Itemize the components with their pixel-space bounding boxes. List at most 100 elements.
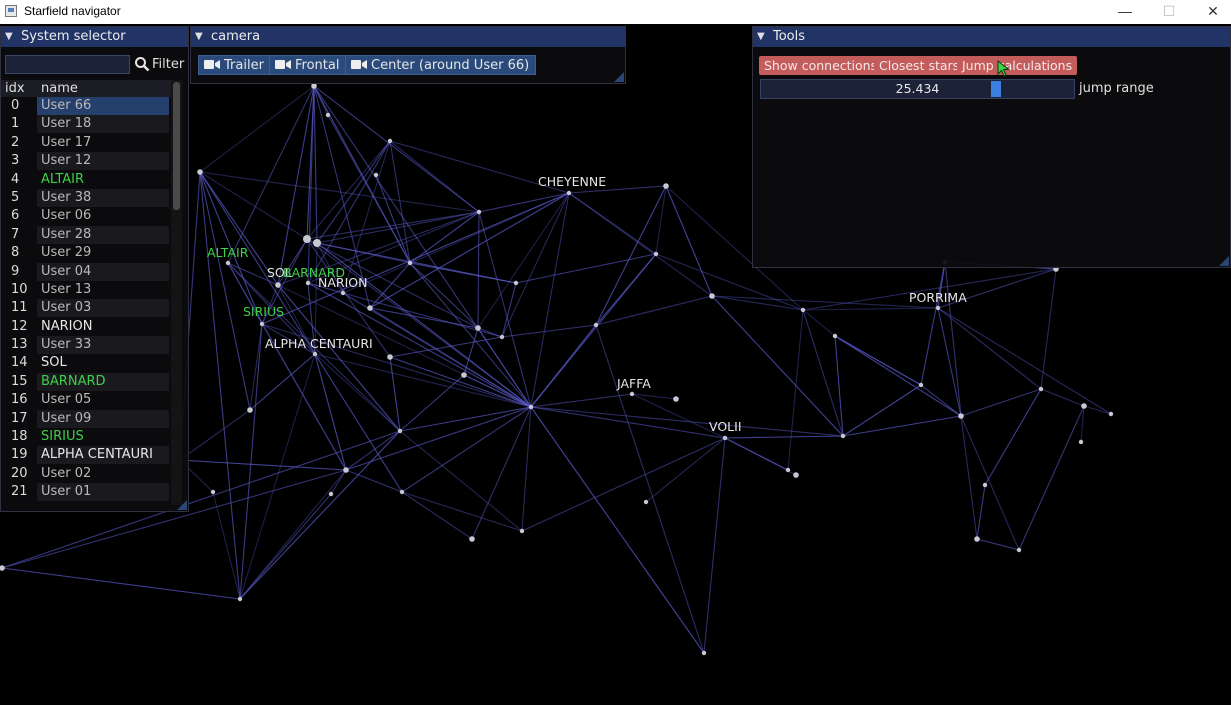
camera-trailer-button[interactable]: Trailer <box>198 55 271 75</box>
resize-grip[interactable] <box>614 72 624 82</box>
star[interactable] <box>722 435 728 441</box>
star[interactable] <box>197 169 203 175</box>
collapse-triangle-icon[interactable]: ▼ <box>195 27 203 47</box>
star[interactable] <box>513 280 519 286</box>
star[interactable] <box>499 334 505 340</box>
table-row[interactable]: 5 User 38 <box>1 188 171 207</box>
star[interactable] <box>476 209 482 215</box>
table-row[interactable]: 3 User 12 <box>1 152 171 171</box>
star[interactable] <box>528 404 534 410</box>
star[interactable] <box>958 413 964 419</box>
star[interactable] <box>593 322 599 328</box>
star[interactable] <box>469 536 475 542</box>
table-row[interactable]: 18 SIRIUS <box>1 428 171 446</box>
star[interactable] <box>399 489 405 495</box>
table-row[interactable]: 10 User 13 <box>1 281 171 299</box>
star[interactable] <box>519 528 525 534</box>
table-row[interactable]: 11 User 03 <box>1 299 171 318</box>
star[interactable] <box>566 190 572 196</box>
star[interactable] <box>397 428 403 434</box>
star[interactable] <box>840 433 846 439</box>
star[interactable] <box>247 407 253 413</box>
table-row[interactable]: 16 User 05 <box>1 391 171 409</box>
table-row[interactable]: 7 User 28 <box>1 225 171 244</box>
resize-grip[interactable] <box>1219 256 1229 266</box>
resize-grip[interactable] <box>177 500 187 510</box>
tools-header[interactable]: ▼ Tools <box>753 27 1230 47</box>
filter-input[interactable] <box>5 55 130 74</box>
table-row[interactable]: 1 User 18 <box>1 115 171 134</box>
star[interactable] <box>367 305 373 311</box>
star[interactable] <box>461 372 467 378</box>
star[interactable] <box>237 596 243 602</box>
star[interactable] <box>673 396 679 402</box>
star[interactable] <box>225 260 231 266</box>
close-button[interactable]: ✕ <box>1191 0 1231 24</box>
star[interactable] <box>311 83 317 89</box>
table-row[interactable]: 17 User 09 <box>1 409 171 428</box>
star[interactable] <box>373 172 379 178</box>
jump-range-slider[interactable]: 25.434 <box>760 79 1075 99</box>
table-row[interactable]: 6 User 06 <box>1 207 171 225</box>
table-row[interactable]: 13 User 33 <box>1 336 171 355</box>
star[interactable] <box>303 235 311 243</box>
star[interactable] <box>1078 439 1084 445</box>
collapse-triangle-icon[interactable]: ▼ <box>5 27 13 47</box>
star[interactable] <box>340 290 346 296</box>
star[interactable] <box>982 482 988 488</box>
star[interactable] <box>387 354 393 360</box>
star[interactable] <box>974 536 980 542</box>
star[interactable] <box>275 282 281 288</box>
table-row[interactable]: 12 NARION <box>1 318 171 336</box>
collapse-triangle-icon[interactable]: ▼ <box>757 27 765 47</box>
star[interactable] <box>407 260 413 266</box>
star[interactable] <box>325 112 331 118</box>
star[interactable] <box>785 467 791 473</box>
star[interactable] <box>259 321 265 327</box>
star[interactable] <box>210 489 216 495</box>
scrollbar-thumb[interactable] <box>173 82 180 210</box>
table-row[interactable]: 19 ALPHA CENTAURI <box>1 446 171 465</box>
maximize-button[interactable]: ☐ <box>1147 0 1191 24</box>
table-row[interactable]: 15 BARNARD <box>1 372 171 391</box>
star[interactable] <box>709 293 715 299</box>
camera-center-button[interactable]: Center (around User 66) <box>345 55 537 75</box>
star[interactable] <box>0 565 5 571</box>
star[interactable] <box>1016 547 1022 553</box>
show-connections-button[interactable]: Show connections <box>759 56 883 75</box>
system-selector-header[interactable]: ▼ System selector <box>1 27 188 47</box>
table-row[interactable]: 21 User 01 <box>1 483 171 502</box>
column-header-idx[interactable]: idx <box>5 81 25 96</box>
table-row[interactable]: 14 SOL <box>1 354 171 372</box>
camera-header[interactable]: ▼ camera <box>191 27 625 47</box>
table-row[interactable]: 9 User 04 <box>1 262 171 281</box>
table-row[interactable]: 20 User 02 <box>1 465 171 483</box>
star[interactable] <box>935 305 941 311</box>
scrollbar[interactable] <box>171 80 182 505</box>
star[interactable] <box>1081 403 1087 409</box>
minimize-button[interactable]: — <box>1103 0 1147 24</box>
closest-stars-button[interactable]: Closest stars <box>874 56 965 75</box>
star[interactable] <box>475 325 481 331</box>
star[interactable] <box>387 138 393 144</box>
star[interactable] <box>305 280 311 286</box>
star[interactable] <box>1038 386 1044 392</box>
column-header-name[interactable]: name <box>41 81 78 96</box>
star[interactable] <box>832 333 838 339</box>
star[interactable] <box>1108 411 1114 417</box>
star[interactable] <box>313 239 321 247</box>
star[interactable] <box>793 472 799 478</box>
star[interactable] <box>663 183 669 189</box>
table-row[interactable]: 0 User 66 <box>1 97 171 115</box>
star[interactable] <box>643 499 649 505</box>
star[interactable] <box>800 307 806 313</box>
star[interactable] <box>328 491 334 497</box>
star[interactable] <box>312 351 318 357</box>
camera-frontal-button[interactable]: Frontal <box>269 55 347 75</box>
table-row[interactable]: 4 ALTAIR <box>1 171 171 189</box>
star[interactable] <box>653 251 659 257</box>
star[interactable] <box>918 382 924 388</box>
star[interactable] <box>629 391 635 397</box>
star[interactable] <box>343 467 349 473</box>
table-row[interactable]: 2 User 17 <box>1 134 171 152</box>
